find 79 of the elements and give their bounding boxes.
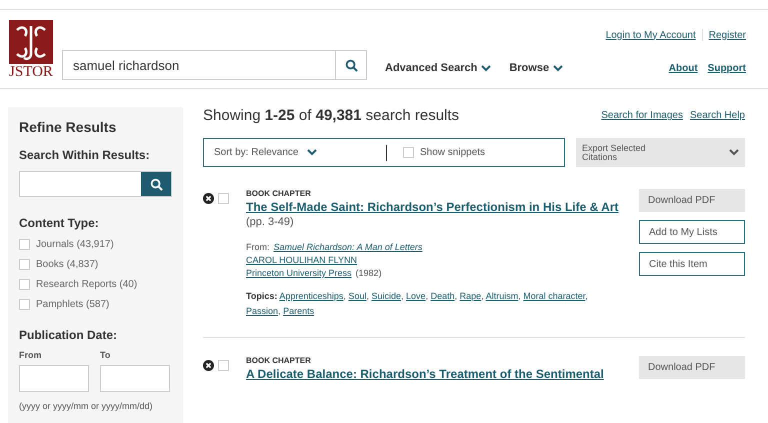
topic-separator: , [518,291,521,301]
results-summary: Showing 1-25 of 49,381 search results [203,107,460,124]
info-link[interactable]: About [668,63,698,74]
page-range: (pp. 3-49) [246,216,295,228]
action-button[interactable]: Download PDF [639,356,745,379]
action-button[interactable]: Add to My Lists [639,220,745,244]
panel-title: Refine Results [19,119,118,135]
account-link[interactable]: Register [708,30,746,40]
remove-icon[interactable] [203,193,214,204]
export-dropdown[interactable]: Export Selected Citations [576,138,745,167]
from-date-field[interactable] [19,365,89,392]
help-link[interactable]: Search for Images [601,110,683,121]
search-field[interactable]: samuel richardson [62,50,367,80]
year: (1982) [356,268,382,278]
topic-separator: , [454,291,458,301]
topic-link[interactable]: Apprenticeships [279,291,344,301]
logo-icon [9,20,53,64]
topic-separator: , [585,291,588,301]
checkbox[interactable] [19,279,30,290]
account-link[interactable]: Login to My Account [606,30,696,40]
checkbox[interactable] [19,259,30,270]
publisher-link[interactable]: Princeton University Press [246,268,352,278]
checkbox[interactable] [19,239,30,250]
chevron-down-icon [729,149,739,156]
topic-link[interactable]: Love [406,291,426,301]
topic-separator: , [343,291,346,301]
chevron-down-icon [306,149,316,156]
topic-link[interactable]: Altruism [486,291,518,301]
topic-separator: , [401,291,404,301]
topic-separator: , [366,291,369,301]
topic-separator: , [481,291,484,301]
section-heading: Content Type: [19,216,100,230]
topic-link[interactable]: Parents [283,306,314,316]
field-label: To [100,350,112,360]
checkbox[interactable] [218,193,229,204]
result-title-link[interactable]: The Self-Made Saint: Richardson’s Perfectionism in His Life & Art [246,200,639,214]
book-link[interactable]: Samuel Richardson: A Man of Letters [274,242,422,252]
item-type: BOOK CHAPTER [246,356,312,365]
help-link[interactable]: Search Help [690,110,745,121]
topic-separator: , [278,306,281,316]
option-label: Books (4,837) [36,259,98,270]
search-icon [344,58,358,72]
checkbox[interactable] [403,147,414,158]
item-type: BOOK CHAPTER [246,189,312,198]
date-format-hint: (yyyy or yyyy/mm or yyyy/mm/dd) [19,401,153,411]
action-button[interactable]: Download PDF [639,189,745,212]
option-label: Pamphlets (587) [36,299,110,310]
sort-dropdown[interactable]: Sort by: Relevance [214,147,386,158]
option-label: Research Reports (40) [36,279,138,290]
checkbox[interactable] [218,360,229,371]
topic-link[interactable]: Passion [246,306,278,316]
nav-menu[interactable]: Browse [509,62,564,74]
chevron-down-icon [553,64,564,72]
option-label: Show snippets [420,147,486,158]
field-label: From [19,350,42,360]
section-heading: Publication Date: [19,328,118,342]
chevron-down-icon [481,64,492,72]
section-heading: Search Within Results: [19,148,151,162]
topic-separator: , [426,291,428,301]
action-button[interactable]: Cite this Item [639,252,745,276]
search-button[interactable] [141,172,171,196]
from-label: From: [246,242,270,252]
info-link[interactable]: Support [708,63,746,74]
logo-text: JSTOR [9,64,53,80]
search-within-field[interactable] [19,171,172,197]
topic-link[interactable]: Moral character [523,291,586,301]
topic-link[interactable]: Suicide [371,291,402,301]
topic-link[interactable]: Rape [460,291,482,301]
checkbox[interactable] [19,299,30,310]
topic-link[interactable]: Soul [348,291,366,301]
result-title-link[interactable]: A Delicate Balance: Richardson’s Treatment of the Sentimental [246,367,639,381]
option-label: Journals (43,917) [36,239,114,250]
topics-label: Topics: [246,291,278,301]
search-icon [150,178,162,190]
to-date-field[interactable] [100,365,170,392]
nav-menu[interactable]: Advanced Search [385,62,492,74]
topic-link[interactable]: Death [430,291,455,301]
remove-icon[interactable] [203,360,214,371]
author-link[interactable]: CAROL HOULIHAN FLYNN [246,255,358,265]
